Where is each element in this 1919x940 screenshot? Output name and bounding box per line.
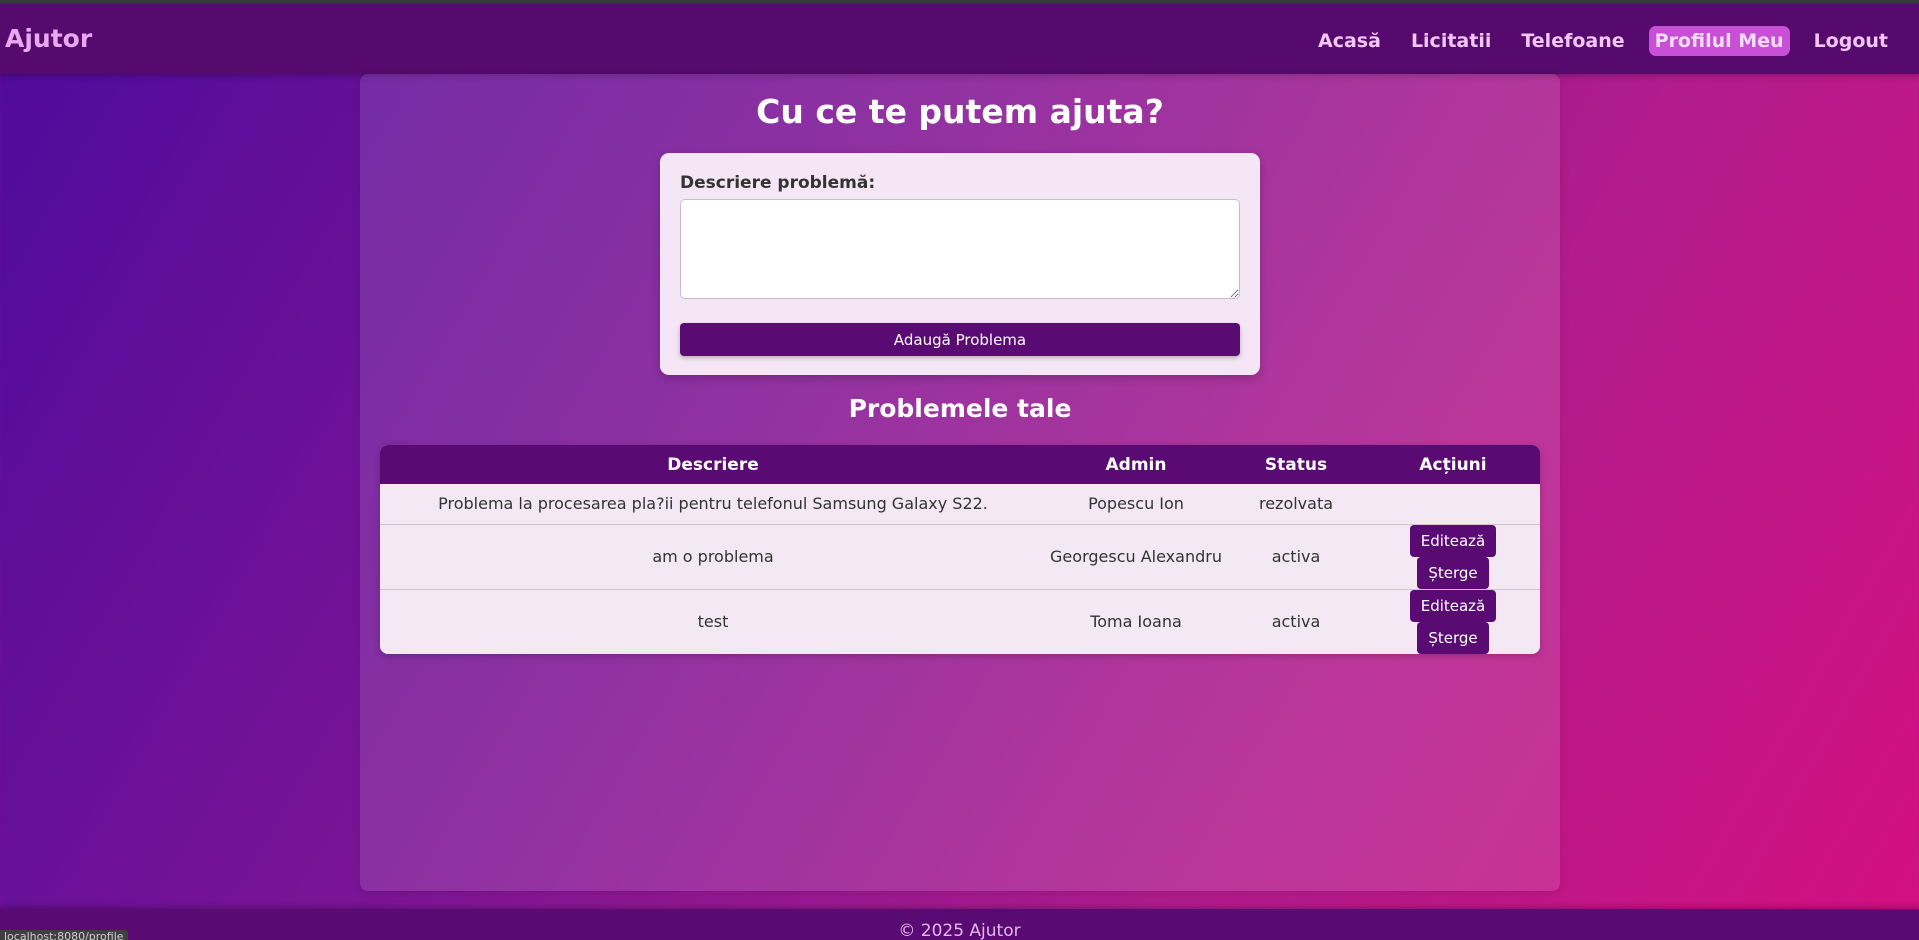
cell-admin: Georgescu Alexandru: [1046, 523, 1226, 589]
description-textarea[interactable]: [680, 199, 1240, 299]
cell-actions: Editează Șterge: [1366, 523, 1540, 589]
table-row: test Toma Ioana activa Editează Șterge: [380, 588, 1540, 654]
footer: © 2025 Ajutor: [0, 909, 1919, 940]
edit-button[interactable]: Editează: [1409, 589, 1497, 622]
column-header-admin: Admin: [1105, 454, 1167, 475]
browser-status-url: localhost:8080/profile: [0, 930, 128, 940]
column-header-status: Status: [1264, 454, 1328, 475]
delete-button[interactable]: Șterge: [1417, 556, 1489, 589]
cell-admin: Toma Ioana: [1046, 588, 1226, 654]
cell-actions-empty: [1366, 484, 1540, 524]
edit-button[interactable]: Editează: [1409, 524, 1497, 557]
cell-actions: Editează Șterge: [1366, 588, 1540, 654]
page-title: Cu ce te putem ajuta?: [756, 92, 1164, 131]
cell-admin: Popescu Ion: [1088, 494, 1184, 514]
column-header-actiuni: Acțiuni: [1419, 454, 1487, 475]
add-problem-form: Descriere problemă: Adaugă Problema: [660, 153, 1260, 375]
nav-link-logout[interactable]: Logout: [1808, 26, 1894, 56]
problems-table: Descriere Admin Status Acțiuni Problema …: [380, 445, 1540, 654]
delete-button[interactable]: Șterge: [1417, 621, 1489, 654]
column-header-descriere: Descriere: [667, 454, 759, 475]
main-container: Cu ce te putem ajuta? Descriere problemă…: [360, 74, 1560, 891]
cell-descriere: Problema la procesarea pla?ii pentru tel…: [438, 494, 988, 514]
nav-link-profilul-meu[interactable]: Profilul Meu: [1648, 26, 1790, 56]
cell-status: activa: [1226, 588, 1366, 654]
nav-links: Acasă Licitatii Telefoane Profilul Meu L…: [1294, 26, 1894, 56]
cell-status: rezolvata: [1258, 494, 1334, 514]
cell-status: activa: [1226, 523, 1366, 589]
nav-link-telefoane[interactable]: Telefoane: [1515, 26, 1630, 56]
table-header-row: Descriere Admin Status Acțiuni: [380, 445, 1540, 484]
cell-descriere: test: [380, 588, 1046, 654]
problems-table-wrapper: Descriere Admin Status Acțiuni Problema …: [380, 445, 1540, 654]
footer-copyright: © 2025 Ajutor: [898, 921, 1021, 940]
nav-link-licitatii[interactable]: Licitatii: [1405, 26, 1497, 56]
problems-section-title: Problemele tale: [848, 394, 1072, 423]
brand-logo[interactable]: Ajutor: [5, 24, 92, 53]
cell-descriere: am o problema: [380, 523, 1046, 589]
description-label: Descriere problemă:: [680, 173, 876, 193]
nav-link-acasa[interactable]: Acasă: [1312, 26, 1387, 56]
navbar: Ajutor Acasă Licitatii Telefoane Profilu…: [0, 4, 1919, 74]
table-row: Problema la procesarea pla?ii pentru tel…: [380, 484, 1540, 524]
add-problem-button[interactable]: Adaugă Problema: [680, 323, 1240, 356]
table-row: am o problema Georgescu Alexandru activa…: [380, 523, 1540, 589]
